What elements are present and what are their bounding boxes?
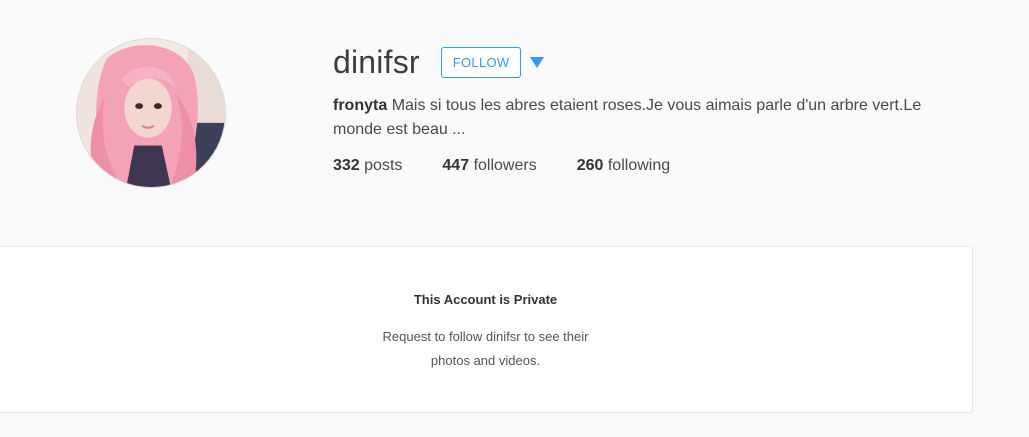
posts-count-value: 332 — [333, 157, 360, 174]
profile-username: dinifsr — [333, 44, 420, 80]
followers-link[interactable]: 447 followers — [442, 157, 536, 175]
private-title: This Account is Private — [413, 292, 558, 307]
name-row: dinifsr FOLLOW — [333, 40, 973, 84]
profile-page: dinifsr FOLLOW fronyta Mais si tous les … — [0, 0, 1029, 437]
profile-avatar — [76, 38, 226, 188]
follow-button[interactable]: FOLLOW — [440, 46, 522, 78]
private-account-panel: This Account is Private Request to follo… — [0, 246, 973, 413]
profile-header: dinifsr FOLLOW fronyta Mais si tous les … — [333, 40, 973, 175]
posts-count-label: posts — [364, 157, 403, 174]
posts-count: 332 posts — [333, 157, 402, 175]
profile-stats: 332 posts 447 followers 260 following — [333, 157, 973, 175]
profile-full-name: fronyta — [333, 97, 388, 114]
following-link[interactable]: 260 following — [577, 157, 670, 175]
following-label: following — [607, 157, 671, 174]
followers-label: followers — [473, 157, 537, 174]
private-message: Request to follow dinifsr to see their p… — [382, 329, 589, 368]
followers-count-value: 447 — [442, 157, 470, 174]
profile-bio: fronyta Mais si tous les abres etaient r… — [333, 94, 953, 142]
bio-text: Mais si tous les abres etaient roses.Je … — [333, 97, 922, 138]
dropdown-arrow-icon[interactable] — [530, 56, 545, 68]
following-count-value: 260 — [576, 157, 604, 174]
